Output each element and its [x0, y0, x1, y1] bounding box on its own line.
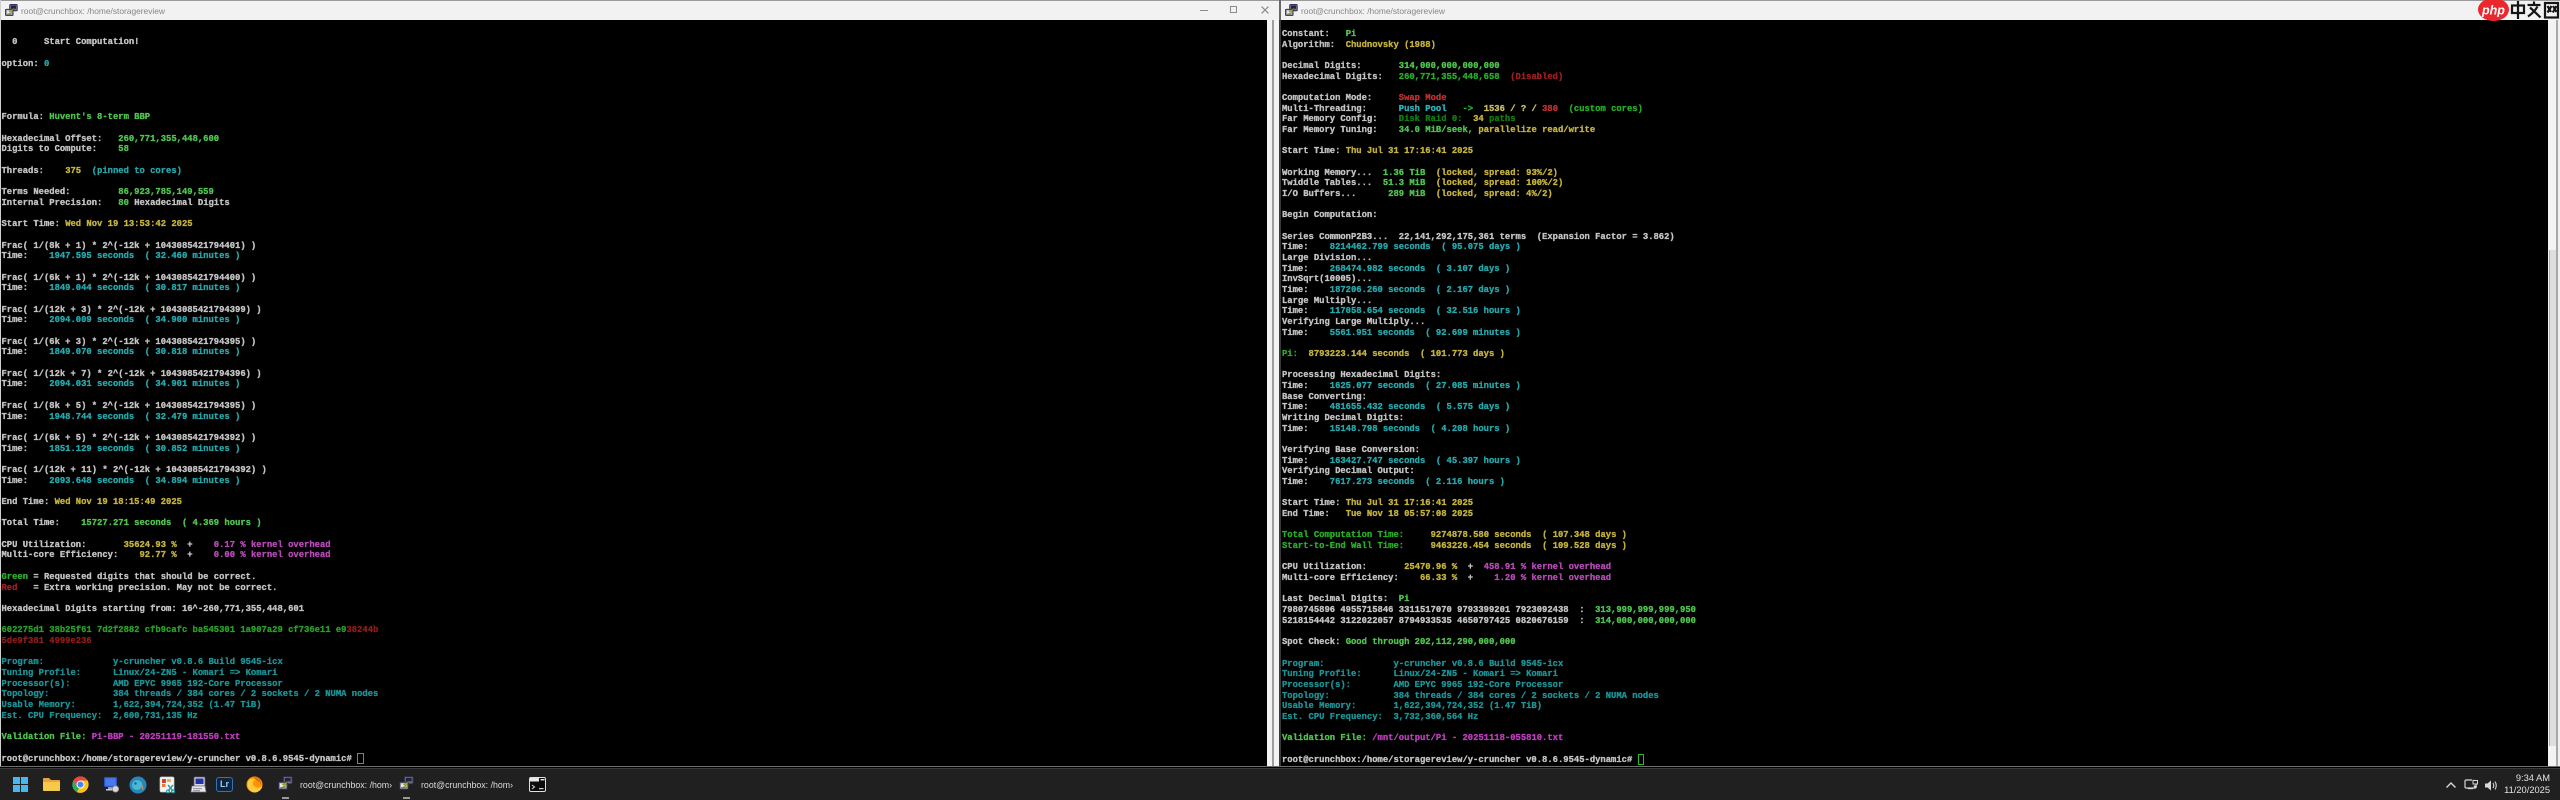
- svg-text:php: php: [2481, 4, 2505, 18]
